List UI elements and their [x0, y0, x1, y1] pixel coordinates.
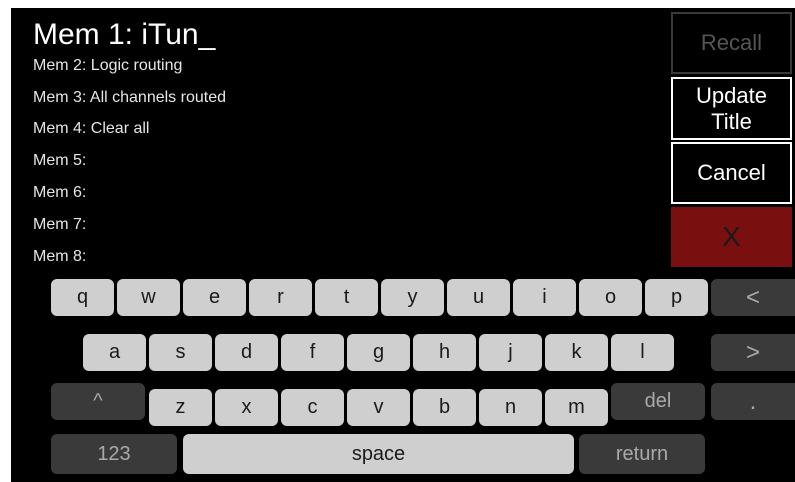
key-i[interactable]: i: [513, 279, 576, 316]
numbers-key[interactable]: 123: [51, 434, 177, 474]
key-s[interactable]: s: [149, 334, 212, 371]
key-v[interactable]: v: [347, 389, 410, 426]
key-n[interactable]: n: [479, 389, 542, 426]
key-a[interactable]: a: [83, 334, 146, 371]
key-x[interactable]: x: [215, 389, 278, 426]
key-t[interactable]: t: [315, 279, 378, 316]
key-o[interactable]: o: [579, 279, 642, 316]
period-key[interactable]: .: [711, 383, 795, 420]
key-g[interactable]: g: [347, 334, 410, 371]
key-j[interactable]: j: [479, 334, 542, 371]
delete-key[interactable]: del: [611, 383, 705, 420]
key-c[interactable]: c: [281, 389, 344, 426]
key-e[interactable]: e: [183, 279, 246, 316]
update-title-button-label: Update Title: [696, 82, 767, 134]
memory-item-3[interactable]: Mem 3: All channels routed: [33, 88, 226, 108]
memory-item-8[interactable]: Mem 8:: [33, 247, 86, 267]
recall-button-label: Recall: [700, 30, 763, 55]
key-y[interactable]: y: [381, 279, 444, 316]
cancel-button[interactable]: Cancel: [671, 142, 792, 204]
return-key[interactable]: return: [579, 434, 705, 474]
key-p[interactable]: p: [645, 279, 708, 316]
key-l[interactable]: l: [611, 334, 674, 371]
cancel-button-label: Cancel: [697, 160, 766, 185]
touch-screen: Mem 1: iTun_ Mem 2: Logic routing Mem 3:…: [11, 8, 795, 482]
key-d[interactable]: d: [215, 334, 278, 371]
memory-title-input[interactable]: Mem 1: iTun_: [33, 17, 215, 53]
key-u[interactable]: u: [447, 279, 510, 316]
key-k[interactable]: k: [545, 334, 608, 371]
key-r[interactable]: r: [249, 279, 312, 316]
close-icon: X: [722, 221, 741, 252]
memory-item-5[interactable]: Mem 5:: [33, 151, 86, 171]
key-z[interactable]: z: [149, 389, 212, 426]
update-title-button[interactable]: Update Title: [671, 77, 792, 140]
key-q[interactable]: q: [51, 279, 114, 316]
memory-item-4[interactable]: Mem 4: Clear all: [33, 119, 149, 139]
close-button[interactable]: X: [671, 207, 792, 267]
key-h[interactable]: h: [413, 334, 476, 371]
memory-item-7[interactable]: Mem 7:: [33, 215, 86, 235]
recall-button[interactable]: Recall: [671, 12, 792, 74]
key-w[interactable]: w: [117, 279, 180, 316]
memory-item-6[interactable]: Mem 6:: [33, 183, 86, 203]
cursor-right-key[interactable]: >: [711, 334, 795, 371]
space-key[interactable]: space: [183, 434, 574, 474]
cursor-left-key[interactable]: <: [711, 279, 795, 316]
memory-item-2[interactable]: Mem 2: Logic routing: [33, 56, 182, 76]
key-b[interactable]: b: [413, 389, 476, 426]
key-f[interactable]: f: [281, 334, 344, 371]
key-m[interactable]: m: [545, 389, 608, 426]
shift-key[interactable]: ^: [51, 383, 145, 420]
